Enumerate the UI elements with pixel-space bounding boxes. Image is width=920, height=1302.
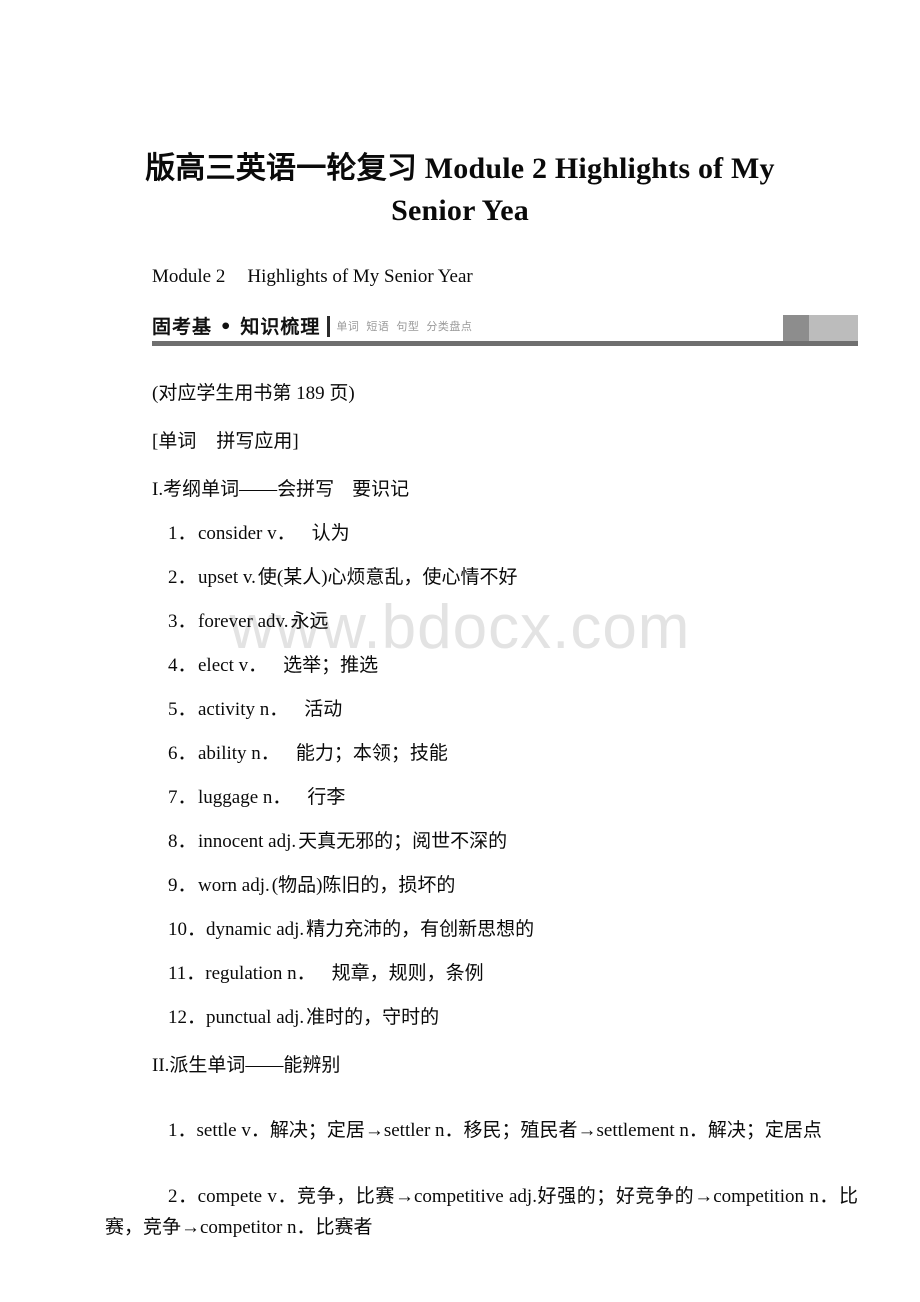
vocab-word: activity n．	[198, 699, 289, 720]
banner-tag: 单词	[336, 320, 360, 333]
vocab-number: 6．	[168, 743, 197, 764]
vocab-word: luggage n．	[198, 787, 292, 808]
vocab-meaning: 规章，规则，条例	[331, 963, 484, 984]
section-label: [单词 拼写应用]	[0, 409, 920, 457]
section-banner-inner: 固考基 • 知识梳理 单词 短语 句型 分类盘点	[152, 314, 858, 356]
vocab-number: 12．	[168, 1007, 207, 1028]
roman-heading-2: II.派生单词——能辨别	[152, 1055, 341, 1076]
section-banner: 固考基 • 知识梳理 单词 短语 句型 分类盘点	[0, 314, 920, 356]
vocab-number: 11．	[168, 963, 206, 984]
vocab-number: 8．	[168, 831, 197, 852]
vocab-meaning: 活动	[304, 699, 343, 720]
module-name: Highlights of My Senior Year	[247, 266, 473, 287]
vocab-word: upset v.	[198, 567, 256, 588]
book-reference: (对应学生用书第 189 页)	[152, 383, 355, 404]
roman-heading-1: I.考纲单词——会拼写 要识记	[0, 457, 920, 505]
vocab-number: 4．	[168, 655, 197, 676]
vocab-meaning: 天真无邪的；阅世不深的	[298, 831, 508, 852]
vocab-entry: 7．luggage n． 行李	[0, 769, 920, 813]
vocab-meaning: 使(某人)心烦意乱，使心情不好	[257, 567, 518, 588]
banner-tag: 分类盘点	[426, 320, 473, 333]
vocab-entry: 5．activity n． 活动	[0, 681, 920, 725]
vocab-entry: 4．elect v． 选举；推选	[0, 637, 920, 681]
vocab-number: 9．	[168, 875, 197, 896]
banner-rule-bar	[152, 341, 858, 346]
vocab-meaning: 能力；本领；技能	[295, 743, 448, 764]
banner-tag: 短语	[366, 320, 390, 333]
section-label-start: [单词	[152, 431, 197, 452]
vocab-meaning: 认为	[311, 523, 350, 544]
vocab-number: 1．	[168, 523, 197, 544]
section-banner-tags: 单词 短语 句型 分类盘点	[336, 318, 479, 338]
vocab-entry: 10．dynamic adj. 精力充沛的，有创新思想的	[0, 901, 920, 945]
page-title: 版高三英语一轮复习 Module 2 Highlights of My Seni…	[145, 152, 775, 227]
vocab-word: regulation n．	[205, 963, 316, 984]
vocab-meaning: 准时的，守时的	[306, 1007, 440, 1028]
vocab-number: 2．	[168, 567, 197, 588]
vocab-word: elect v．	[198, 655, 268, 676]
banner-tag: 句型	[396, 320, 420, 333]
vocab-entry: 3．forever adv. 永远	[0, 593, 920, 637]
vocab-word: forever adv.	[198, 611, 289, 632]
vocab-word: dynamic adj.	[206, 919, 305, 940]
vocab-entry: 11．regulation n． 规章，规则，条例	[0, 945, 920, 989]
vocab-entry: 1．consider v． 认为	[0, 505, 920, 549]
module-subtitle: Module 2 Highlights of My Senior Year	[0, 232, 920, 292]
vocab-meaning: 行李	[307, 787, 346, 808]
vocab-meaning: 精力充沛的，有创新思想的	[306, 919, 535, 940]
roman-heading-suffix: 要识记	[352, 479, 410, 500]
vocab-meaning: 永远	[290, 611, 329, 632]
derived-entry: 2．compete v．竞争，比赛→competitive adj.好强的；好竞…	[105, 1186, 858, 1238]
vocab-meaning: 选举；推选	[283, 655, 379, 676]
section-banner-title: 固考基 • 知识梳理	[152, 316, 321, 338]
module-label: Module 2	[152, 266, 226, 287]
vocab-word: worn adj.	[198, 875, 270, 896]
document-content: 版高三英语一轮复习 Module 2 Highlights of My Seni…	[0, 0, 920, 1243]
vocab-word: consider v．	[198, 523, 296, 544]
vocab-word: ability n．	[198, 743, 280, 764]
roman-heading-text: I.考纲单词——会拼写	[152, 479, 335, 500]
vocab-number: 10．	[168, 919, 207, 940]
vocab-word: innocent adj.	[198, 831, 297, 852]
vocab-number: 5．	[168, 699, 197, 720]
vocab-number: 7．	[168, 787, 197, 808]
vocab-entry: 6．ability n． 能力；本领；技能	[0, 725, 920, 769]
vocab-entry: 9．worn adj. (物品)陈旧的，损坏的	[0, 857, 920, 901]
banner-light-square	[809, 315, 858, 341]
vocab-number: 3．	[168, 611, 197, 632]
vocab-entry: 2．upset v. 使(某人)心烦意乱，使心情不好	[0, 549, 920, 593]
vocab-entry: 12．punctual adj. 准时的，守时的	[0, 989, 920, 1033]
section-banner-head: 固考基 • 知识梳理 单词 短语 句型 分类盘点	[152, 316, 479, 338]
section-label-end: 拼写应用]	[216, 431, 299, 452]
banner-dark-square	[783, 315, 809, 341]
vocab-word: punctual adj.	[206, 1007, 305, 1028]
vocab-meaning: (物品)陈旧的，损坏的	[271, 875, 456, 896]
document-page: www.bdocx.com 版高三英语一轮复习 Module 2 Highlig…	[0, 0, 920, 1302]
vocab-entry: 8．innocent adj. 天真无邪的；阅世不深的	[0, 813, 920, 857]
derived-entry: 1．settle v．解决；定居→settler n．移民；殖民者→settle…	[168, 1120, 822, 1141]
vocabulary-list: 1．consider v． 认为 2．upset v. 使(某人)心烦意乱，使心情不…	[0, 505, 920, 1033]
vertical-divider-icon	[327, 316, 331, 337]
